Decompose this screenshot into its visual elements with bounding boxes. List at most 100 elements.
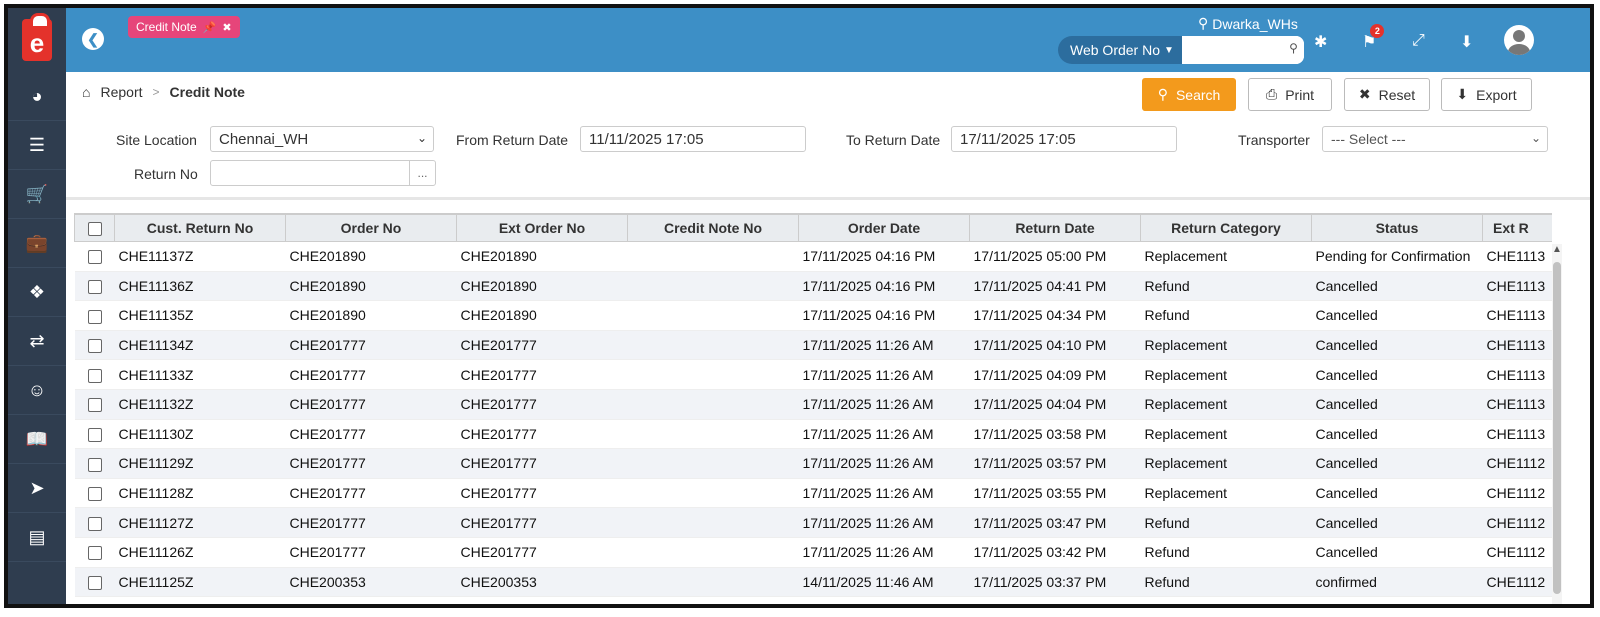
table-cell: CHE1112 <box>1482 567 1552 598</box>
list-icon[interactable]: ☰ <box>8 121 66 170</box>
table-cell: confirmed <box>1311 567 1483 598</box>
to-date-field[interactable]: 17/11/2025 17:05 <box>951 126 1177 152</box>
from-date-field[interactable]: 11/11/2025 17:05 <box>580 126 806 152</box>
table-row[interactable]: CHE11125Z CHE200353 CHE200353 14/11/2025 11… <box>74 567 1552 598</box>
breadcrumb: ⌂ Report > Credit Note <box>82 84 245 100</box>
close-icon[interactable]: ✖ <box>222 21 231 34</box>
flag-icon[interactable]: ⚑ 2 <box>1362 24 1385 52</box>
user-plus-icon[interactable]: ☺ <box>8 366 66 415</box>
table-cell: CHE201777 <box>456 330 628 361</box>
return-no-field[interactable]: ... <box>210 160 436 186</box>
table-cell: Replacement <box>1140 478 1312 509</box>
table-cell <box>627 567 799 598</box>
fullscreen-icon[interactable]: ⤢ <box>1412 32 1425 50</box>
breadcrumb-root[interactable]: Report <box>100 84 142 100</box>
column-header[interactable]: Status <box>1311 214 1483 242</box>
briefcase-icon[interactable]: 💼 <box>8 219 66 268</box>
book-icon[interactable]: 📖 <box>8 415 66 464</box>
table-cell: Refund <box>1140 567 1312 598</box>
table-cell: CHE11129Z <box>114 448 286 479</box>
reset-button[interactable]: ✖ Reset <box>1344 78 1430 111</box>
scroll-up-icon[interactable]: ▲ <box>1552 244 1562 255</box>
table-cell: CHE201777 <box>456 448 628 479</box>
table-row[interactable]: CHE11135Z CHE201890 CHE201890 17/11/2025 04… <box>74 300 1552 331</box>
table-cell: CHE201777 <box>456 419 628 450</box>
table-row[interactable]: CHE11128Z CHE201777 CHE201777 17/11/2025 11… <box>74 478 1552 509</box>
pin-icon[interactable]: 📌 <box>203 21 217 34</box>
print-button[interactable]: ⎙ Print <box>1248 78 1332 111</box>
table-cell: CHE201777 <box>285 478 457 509</box>
location-indicator[interactable]: ⚲ Dwarka_WHs <box>1198 15 1298 32</box>
row-checkbox[interactable] <box>74 507 115 538</box>
table-row[interactable]: CHE11137Z CHE201890 CHE201890 17/11/2025 04… <box>74 241 1552 272</box>
row-checkbox[interactable] <box>74 359 115 390</box>
search-type-select[interactable]: Web Order No ▼ <box>1058 36 1182 64</box>
table-cell: CHE200353 <box>456 567 628 598</box>
table-cell: Replacement <box>1140 241 1312 272</box>
cubes-icon[interactable]: ❖ <box>8 268 66 317</box>
tag-icon[interactable]: ➤ <box>8 464 66 513</box>
breadcrumb-separator: > <box>152 85 160 99</box>
row-checkbox[interactable] <box>74 389 115 420</box>
results-table: Cust. Return No Order No Ext Order No Cr… <box>74 214 1552 598</box>
table-cell: CHE1113 <box>1482 359 1552 390</box>
lookup-button[interactable]: ... <box>409 161 435 185</box>
settings-icon[interactable]: ✱ <box>1314 32 1327 52</box>
table-cell: 17/11/2025 03:47 PM <box>969 507 1141 538</box>
column-header[interactable]: Cust. Return No <box>114 214 286 242</box>
scrollbar-thumb[interactable] <box>1553 262 1561 594</box>
back-arrow-icon[interactable]: ❮ <box>82 28 104 50</box>
avatar[interactable] <box>1504 25 1534 55</box>
table-row[interactable]: CHE11127Z CHE201777 CHE201777 17/11/2025 11… <box>74 507 1552 538</box>
cart-icon[interactable]: 🛒 <box>8 170 66 219</box>
download-icon[interactable]: ⬇ <box>1460 32 1473 52</box>
row-checkbox[interactable] <box>74 271 115 302</box>
column-header[interactable]: Ext R <box>1482 214 1552 242</box>
row-checkbox[interactable] <box>74 448 115 479</box>
table-cell: CHE11132Z <box>114 389 286 420</box>
transporter-select[interactable]: --- Select --- ⌄ <box>1322 126 1548 152</box>
sidebar: ◕ ☰ 🛒 💼 ❖ ⇄ ☺ 📖 ➤ ▤ <box>8 72 66 604</box>
row-checkbox[interactable] <box>74 241 115 272</box>
column-header[interactable]: Order No <box>285 214 457 242</box>
dashboard-icon[interactable]: ◕ <box>8 72 66 121</box>
table-cell: 17/11/2025 04:09 PM <box>969 359 1141 390</box>
row-checkbox[interactable] <box>74 300 115 331</box>
select-all-checkbox[interactable] <box>74 214 115 242</box>
column-header[interactable]: Credit Note No <box>627 214 799 242</box>
table-row[interactable]: CHE11136Z CHE201890 CHE201890 17/11/2025 04… <box>74 271 1552 302</box>
table-cell: CHE201890 <box>285 300 457 331</box>
credit-card-icon[interactable]: ▤ <box>8 513 66 562</box>
search-icon[interactable]: ⚲ <box>1289 41 1298 55</box>
home-icon[interactable]: ⌂ <box>82 84 90 100</box>
return-no-label: Return No <box>134 166 198 182</box>
results-table-wrap: Cust. Return No Order No Ext Order No Cr… <box>74 213 1552 604</box>
row-checkbox[interactable] <box>74 537 115 568</box>
table-row[interactable]: CHE11126Z CHE201777 CHE201777 17/11/2025 11… <box>74 537 1552 568</box>
row-checkbox[interactable] <box>74 419 115 450</box>
table-cell: CHE1113 <box>1482 330 1552 361</box>
table-scrollbar[interactable]: ▲ <box>1552 244 1562 604</box>
logo-area[interactable]: e <box>8 8 66 72</box>
table-cell: CHE201777 <box>285 448 457 479</box>
exchange-icon[interactable]: ⇄ <box>8 317 66 366</box>
search-button[interactable]: ⚲ Search <box>1142 78 1236 111</box>
column-header[interactable]: Return Category <box>1140 214 1312 242</box>
column-header[interactable]: Ext Order No <box>456 214 628 242</box>
table-row[interactable]: CHE11132Z CHE201777 CHE201777 17/11/2025 11… <box>74 389 1552 420</box>
row-checkbox[interactable] <box>74 567 115 598</box>
row-checkbox[interactable] <box>74 478 115 509</box>
column-header[interactable]: Return Date <box>969 214 1141 242</box>
table-row[interactable]: CHE11130Z CHE201777 CHE201777 17/11/2025 11… <box>74 419 1552 450</box>
row-checkbox[interactable] <box>74 330 115 361</box>
table-cell: 17/11/2025 11:26 AM <box>798 537 970 568</box>
export-button[interactable]: ⬇ Export <box>1441 78 1532 111</box>
column-header[interactable]: Order Date <box>798 214 970 242</box>
table-row[interactable]: CHE11129Z CHE201777 CHE201777 17/11/2025 11… <box>74 448 1552 479</box>
table-row[interactable]: CHE11134Z CHE201777 CHE201777 17/11/2025 11… <box>74 330 1552 361</box>
table-row[interactable]: CHE11133Z CHE201777 CHE201777 17/11/2025 11… <box>74 359 1552 390</box>
table-cell: CHE201777 <box>456 359 628 390</box>
search-input[interactable] <box>1181 36 1304 64</box>
site-location-select[interactable]: Chennai_WH ⌄ <box>210 126 434 152</box>
tab-credit-note[interactable]: Credit Note 📌 ✖ <box>128 16 240 38</box>
